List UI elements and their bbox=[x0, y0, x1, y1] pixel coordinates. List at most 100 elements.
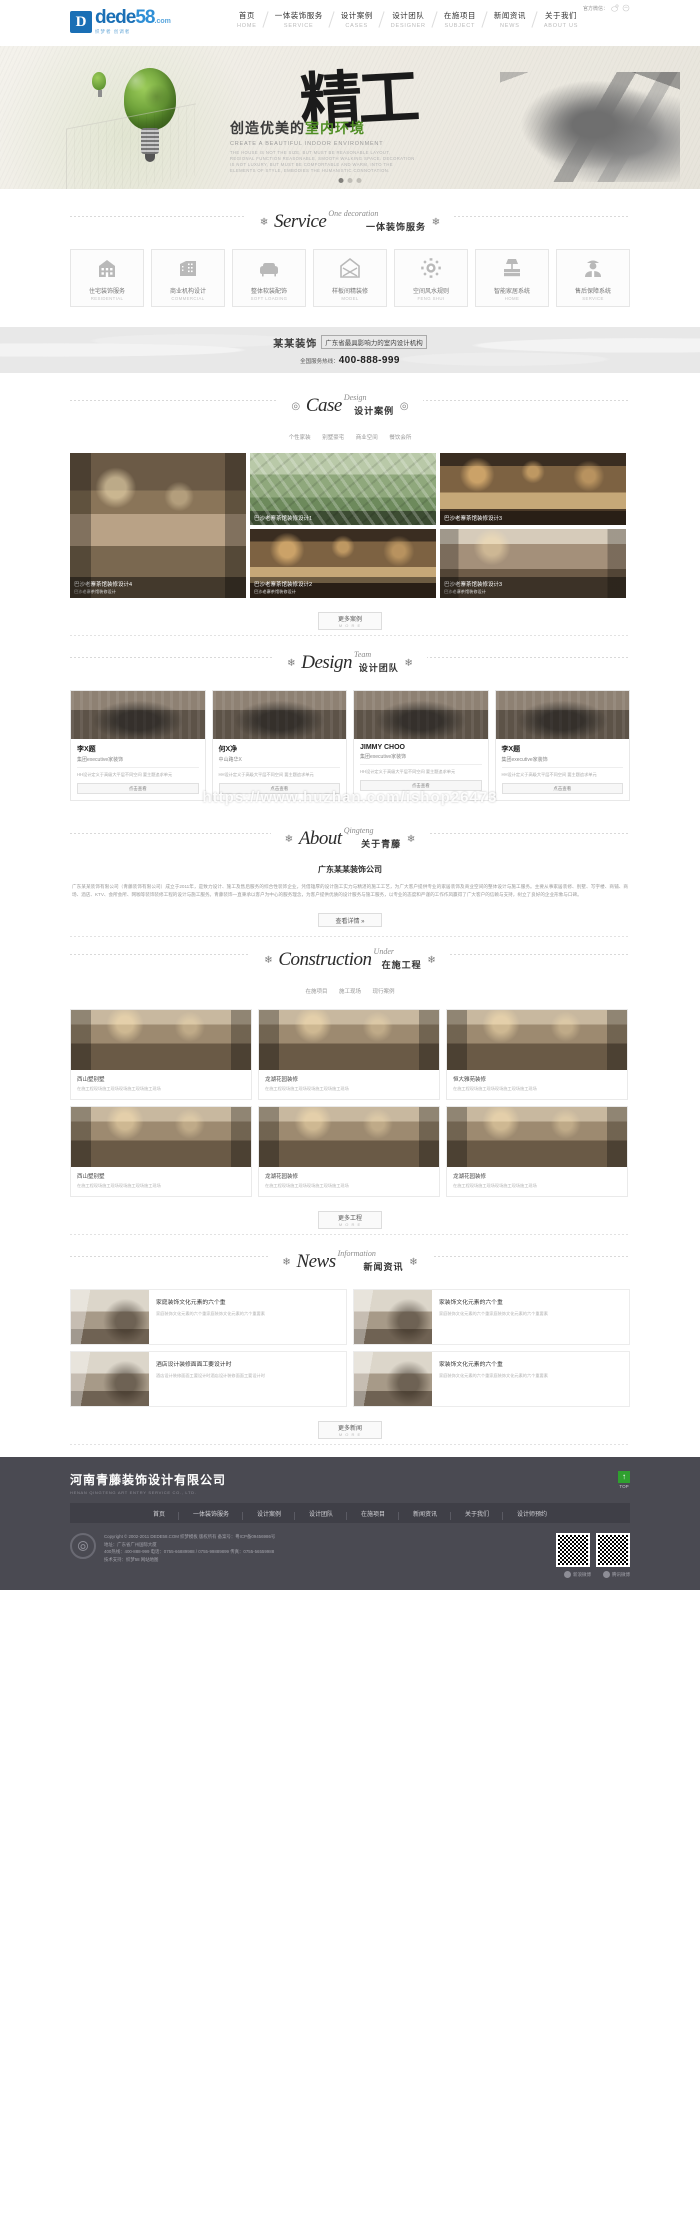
footer-nav-booking[interactable]: 设计师预约 bbox=[503, 1509, 561, 1518]
footer-nav-about[interactable]: 关于我们 bbox=[451, 1509, 504, 1520]
banner-slider-dots[interactable] bbox=[338, 178, 362, 183]
weibo-icon bbox=[564, 1571, 571, 1578]
site-logo[interactable]: D dede58.com 织梦者 创调者 bbox=[70, 8, 171, 35]
nav-item-home[interactable]: 首页 HOME bbox=[228, 10, 266, 31]
news-card[interactable]: 家装饰文化元素的六个重 家庭装饰文化元素的六个重家庭装饰文化元素的六个重要素 bbox=[353, 1351, 630, 1407]
footer-company-name: 河南青藤装饰设计有限公司 bbox=[70, 1473, 227, 1487]
weibo-icon[interactable] bbox=[611, 4, 619, 12]
back-to-top-button[interactable]: ↑ TOP bbox=[618, 1471, 630, 1489]
nav-label-cn: 设计团队 bbox=[392, 11, 425, 20]
nav-label-cn: 新闻资讯 bbox=[493, 11, 526, 20]
construction-card[interactable]: 龙湖花园装修 在施工程现场施工现场现场施工现场施工现场 bbox=[258, 1009, 440, 1100]
nav-item-service[interactable]: 一体装饰服务 SERVICE bbox=[266, 10, 332, 31]
construction-subnav-item[interactable]: 在施项目 bbox=[305, 989, 327, 995]
construction-title-cn: 在施工程 bbox=[381, 960, 422, 970]
case-subnav-item[interactable]: 餐饮会所 bbox=[389, 435, 411, 441]
case-desc: 巴沙老寨茶馆装修设计 bbox=[74, 589, 116, 594]
case-subnav-item[interactable]: 别墅豪宅 bbox=[322, 435, 344, 441]
designer-title: 集团executive家装饰 bbox=[360, 754, 407, 760]
nav-label-en: ABOUT US bbox=[543, 23, 579, 29]
nav-item-designer[interactable]: 设计团队 DESIGNER bbox=[382, 10, 435, 31]
footer-nav-designer[interactable]: 设计团队 bbox=[295, 1509, 348, 1520]
social-weibo[interactable]: 新浪微博 bbox=[564, 1571, 591, 1578]
footer-nav-subject[interactable]: 在施项目 bbox=[347, 1509, 400, 1520]
footer-copy-line: 技术支持：织梦58 网站地图 bbox=[104, 1556, 159, 1562]
service-title-cn: 一体装饰服务 bbox=[366, 222, 427, 232]
nav-item-about[interactable]: 关于我们 ABOUT US bbox=[535, 10, 587, 31]
qr-code-2 bbox=[596, 1533, 630, 1567]
service-item-residential[interactable]: 住宅装饰服务 RESIDENTIAL bbox=[70, 249, 144, 307]
case-more-button[interactable]: 更多案例 M O R E bbox=[318, 612, 382, 630]
service-label-en: FENG SHUI bbox=[417, 295, 445, 301]
footer-nav-cases[interactable]: 设计案例 bbox=[243, 1509, 295, 1520]
service-item-after-sales[interactable]: 售后保障系统 SERVICE bbox=[556, 249, 630, 307]
designer-title: 集团executive家装饰 bbox=[77, 757, 124, 763]
construction-card[interactable]: 西山墅别墅 在施工程现场施工现场现场施工现场施工现场 bbox=[70, 1009, 252, 1100]
about-title-en: About bbox=[298, 828, 342, 849]
service-item-model[interactable]: 样板间精装修 MODEL bbox=[313, 249, 387, 307]
designer-desc: HH设计定义于高级大平层不同空间 要主题追求单元 bbox=[360, 769, 456, 774]
nav-item-cases[interactable]: 设计案例 CASES bbox=[332, 10, 382, 31]
designer-title: 集团executive家装饰 bbox=[501, 757, 548, 763]
service-label-cn: 空间风水规则 bbox=[412, 288, 449, 295]
slider-dot-2[interactable] bbox=[347, 178, 353, 183]
banner-description: THE HOUSE IS NOT THE SIZE, BUT MUST BE R… bbox=[230, 150, 415, 173]
nav-label-cn: 首页 bbox=[238, 11, 255, 20]
construction-card[interactable]: 龙湖花园装修 在施工程现场施工现场现场施工现场施工现场 bbox=[446, 1106, 628, 1197]
service-section: ❄ Service One decoration 一体装饰服务 ❄ 住宅装饰服务 … bbox=[70, 189, 630, 323]
case-subnav-item[interactable]: 商业空间 bbox=[356, 435, 378, 441]
service-item-feng-shui[interactable]: 空间风水规则 FENG SHUI bbox=[394, 249, 468, 307]
news-desc: 家庭装饰文化元素的六个重家庭装饰文化元素的六个重要素 bbox=[439, 1373, 548, 1378]
social-label: 腾讯微博 bbox=[612, 1571, 630, 1577]
hotline-slogan: 广东省最具影响力的室内设计机构 bbox=[321, 335, 427, 349]
case-card[interactable]: 巴沙老寨茶馆装修设计3 巴沙老寨茶馆装修设计 bbox=[440, 529, 626, 598]
nav-item-news[interactable]: 新闻资讯 NEWS bbox=[485, 10, 535, 31]
designer-card[interactable]: 何X净 中山路华X HH设计定义于高级大平层不同空间 要主题追求单元 点击查看 bbox=[211, 690, 347, 801]
case-title: 巴沙老寨茶馆装修设计3 bbox=[444, 582, 503, 588]
case-card[interactable]: 巴沙老寨茶馆装修设计3 bbox=[440, 453, 626, 525]
service-item-commercial[interactable]: 商业机构设计 COMMERCIAL bbox=[151, 249, 225, 307]
nav-item-subject[interactable]: 在施项目 SUBJECT bbox=[435, 10, 485, 31]
nav-label-cn: 在施项目 bbox=[443, 11, 476, 20]
construction-title: 西山墅别墅 bbox=[77, 1077, 105, 1083]
slider-dot-3[interactable] bbox=[356, 178, 362, 183]
sofa-icon bbox=[257, 256, 281, 282]
about-detail-button[interactable]: 查看详情 » bbox=[318, 913, 382, 927]
service-item-smart-home[interactable]: 智能家居系统 HOME bbox=[475, 249, 549, 307]
news-thumbnail bbox=[71, 1290, 149, 1344]
construction-card[interactable]: 龙湖花园装修 在施工程现场施工现场现场施工现场施工现场 bbox=[258, 1106, 440, 1197]
slider-dot-1[interactable] bbox=[338, 178, 344, 183]
construction-title: 龙湖花园装修 bbox=[265, 1077, 299, 1083]
news-card[interactable]: 家装饰文化元素的六个重 家庭装饰文化元素的六个重家庭装饰文化元素的六个重要素 bbox=[353, 1289, 630, 1345]
news-card[interactable]: 酒店设计装修面面工要设计时 酒店设计装修面面工要设计时酒店设计装修面面工要设计时 bbox=[70, 1351, 347, 1407]
qq-icon[interactable] bbox=[622, 4, 630, 12]
ornament-right-icon: ❄ bbox=[406, 833, 416, 845]
news-thumbnail bbox=[71, 1352, 149, 1406]
service-label-cn: 整体软装配饰 bbox=[250, 288, 287, 295]
social-qq[interactable]: 腾讯微博 bbox=[603, 1571, 630, 1578]
construction-more-button[interactable]: 更多工程 M O R E bbox=[318, 1211, 382, 1229]
footer-nav-service[interactable]: 一体装饰服务 bbox=[179, 1509, 243, 1520]
designer-card[interactable]: 李X题 集团executive家装饰 HH设计定义于高级大平层不同空间 要主题追… bbox=[70, 690, 206, 801]
construction-title: 龙湖花园装修 bbox=[265, 1174, 299, 1180]
case-section: ◎ Case Design 设计案例 ◎ 个性家装 别墅豪宅 商业空间 餐饮会所 … bbox=[70, 373, 630, 636]
news-section-title: ❄ News Information 新闻资讯 ❄ bbox=[70, 1229, 630, 1283]
more-sublabel: M O R E bbox=[338, 1222, 362, 1227]
designer-card[interactable]: 李X题 集团executive家装饰 HH设计定义于高级大平层不同空间 要主题追… bbox=[494, 690, 630, 801]
case-card[interactable]: 巴沙老寨茶馆装修设计1 bbox=[250, 453, 436, 525]
construction-subnav-item[interactable]: 施工现场 bbox=[339, 989, 361, 995]
news-card[interactable]: 家庭装饰文化元素的六个重 家庭装饰文化元素的六个重家庭装饰文化元素的六个重要素 bbox=[70, 1289, 347, 1345]
designer-card[interactable]: JIMMY CHOO 集团executive家装饰 HH设计定义于高级大平层不同… bbox=[353, 690, 489, 801]
case-card[interactable]: 巴沙老寨茶馆装修设计4 巴沙老寨茶馆装修设计 bbox=[70, 453, 246, 598]
footer-nav-home[interactable]: 首页 bbox=[139, 1509, 179, 1520]
construction-card[interactable]: 恒大雅苑装修 在施工程现场施工现场现场施工现场施工现场 bbox=[446, 1009, 628, 1100]
news-more-button[interactable]: 更多新闻 M O R E bbox=[318, 1421, 382, 1439]
footer-nav-news[interactable]: 新闻资讯 bbox=[399, 1509, 452, 1520]
case-card[interactable]: 巴沙老寨茶馆装修设计2 巴沙老寨茶馆装修设计 bbox=[250, 529, 436, 598]
service-item-soft-loading[interactable]: 整体软装配饰 SOFT LOADING bbox=[232, 249, 306, 307]
nav-label-cn: 一体装饰服务 bbox=[274, 11, 323, 20]
service-label-en: MODEL bbox=[341, 295, 359, 301]
construction-subnav-item[interactable]: 现行案例 bbox=[373, 989, 395, 995]
case-subnav-item[interactable]: 个性家装 bbox=[289, 435, 311, 441]
construction-card[interactable]: 西山墅别墅 在施工程现场施工现场现场施工现场施工现场 bbox=[70, 1106, 252, 1197]
